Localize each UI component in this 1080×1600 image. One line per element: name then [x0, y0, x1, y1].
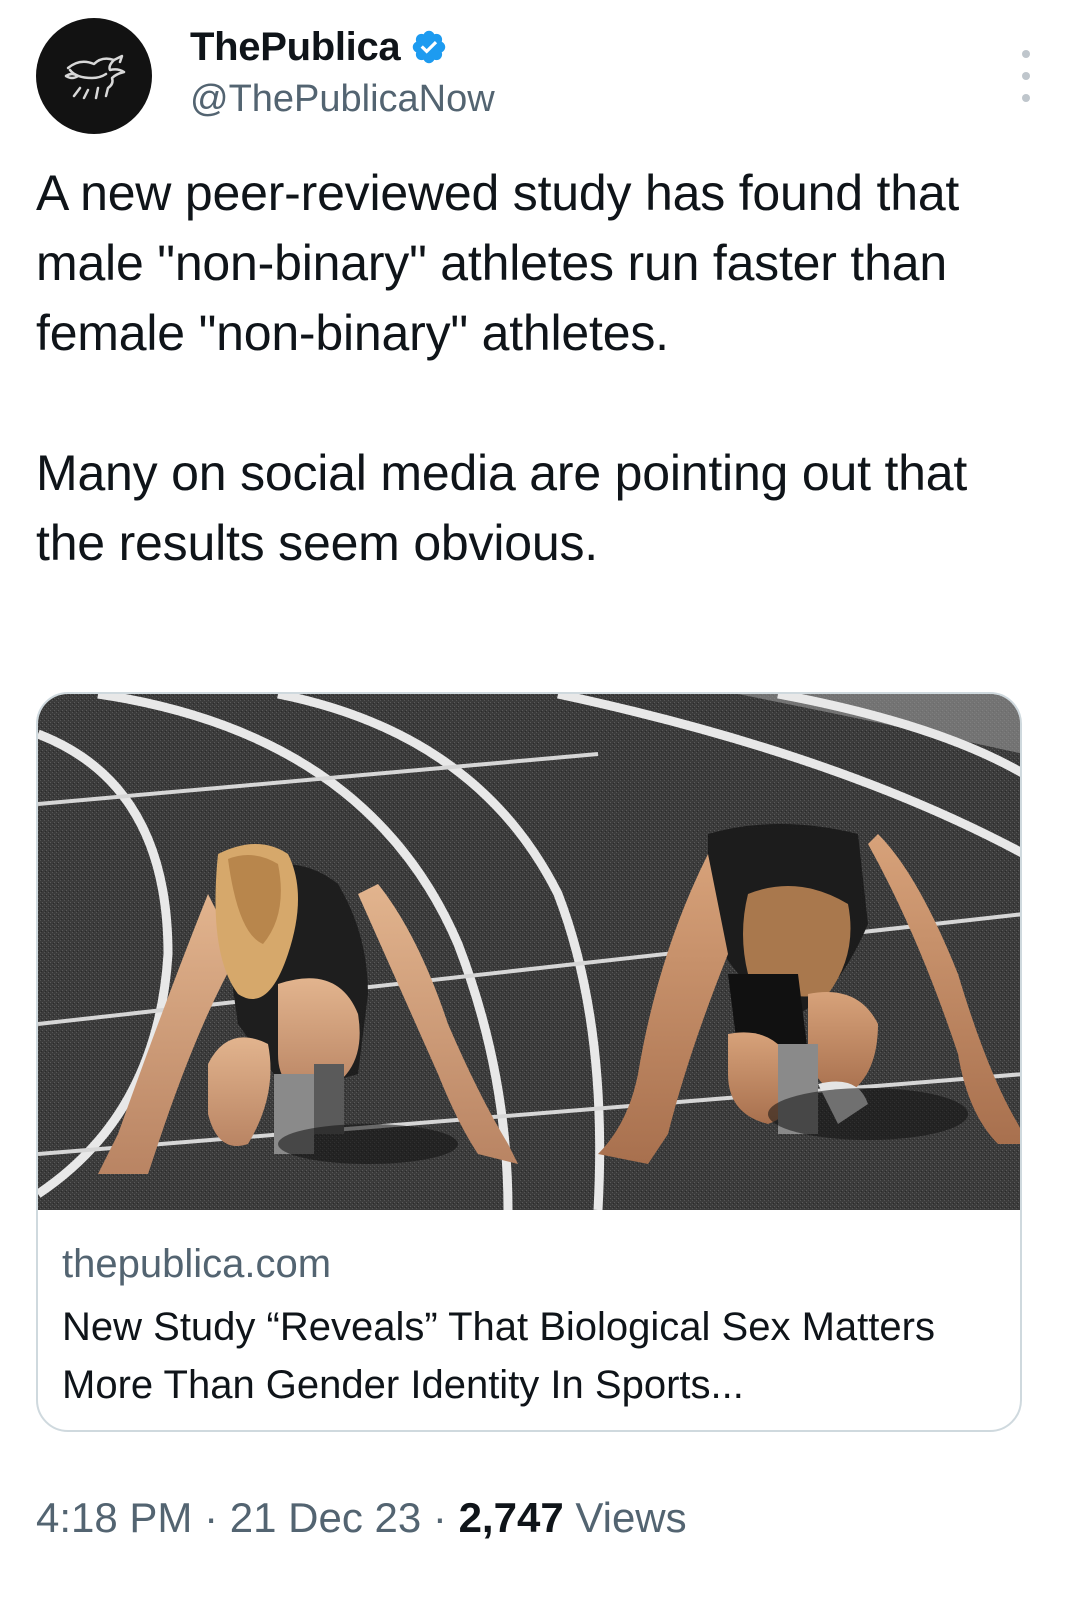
- views-count[interactable]: 2,747: [459, 1494, 564, 1541]
- author-handle[interactable]: @ThePublicaNow: [190, 78, 495, 121]
- tweet-header: ThePublica @ThePublicaNow: [36, 16, 1044, 136]
- avatar[interactable]: [36, 18, 152, 134]
- tweet-paragraph: Many on social media are pointing out th…: [36, 445, 968, 571]
- card-title: New Study “Reveals” That Biological Sex …: [62, 1305, 935, 1407]
- verified-badge-icon: [413, 30, 446, 64]
- meta-separator: ·: [432, 1494, 447, 1541]
- tweet-date[interactable]: 21 Dec 23: [230, 1494, 421, 1541]
- tweet-text: A new peer-reviewed study has found that…: [36, 158, 1046, 578]
- tweet-paragraph: A new peer-reviewed study has found that…: [36, 165, 960, 361]
- link-card[interactable]: thepublica.com New Study “Reveals” That …: [36, 692, 1022, 1432]
- card-domain: thepublica.com: [62, 1242, 332, 1286]
- tweet-time[interactable]: 4:18 PM: [36, 1494, 192, 1541]
- display-name[interactable]: ThePublica: [190, 25, 401, 70]
- author-identity[interactable]: ThePublica @ThePublicaNow: [190, 22, 495, 121]
- more-options-icon[interactable]: [1014, 46, 1038, 106]
- tweet-meta: 4:18 PM · 21 Dec 23 · 2,747 Views: [36, 1494, 687, 1542]
- card-image: [38, 694, 1020, 1210]
- winged-lion-logo-icon: [64, 54, 126, 100]
- views-label[interactable]: Views: [575, 1494, 686, 1541]
- meta-separator: ·: [204, 1494, 219, 1541]
